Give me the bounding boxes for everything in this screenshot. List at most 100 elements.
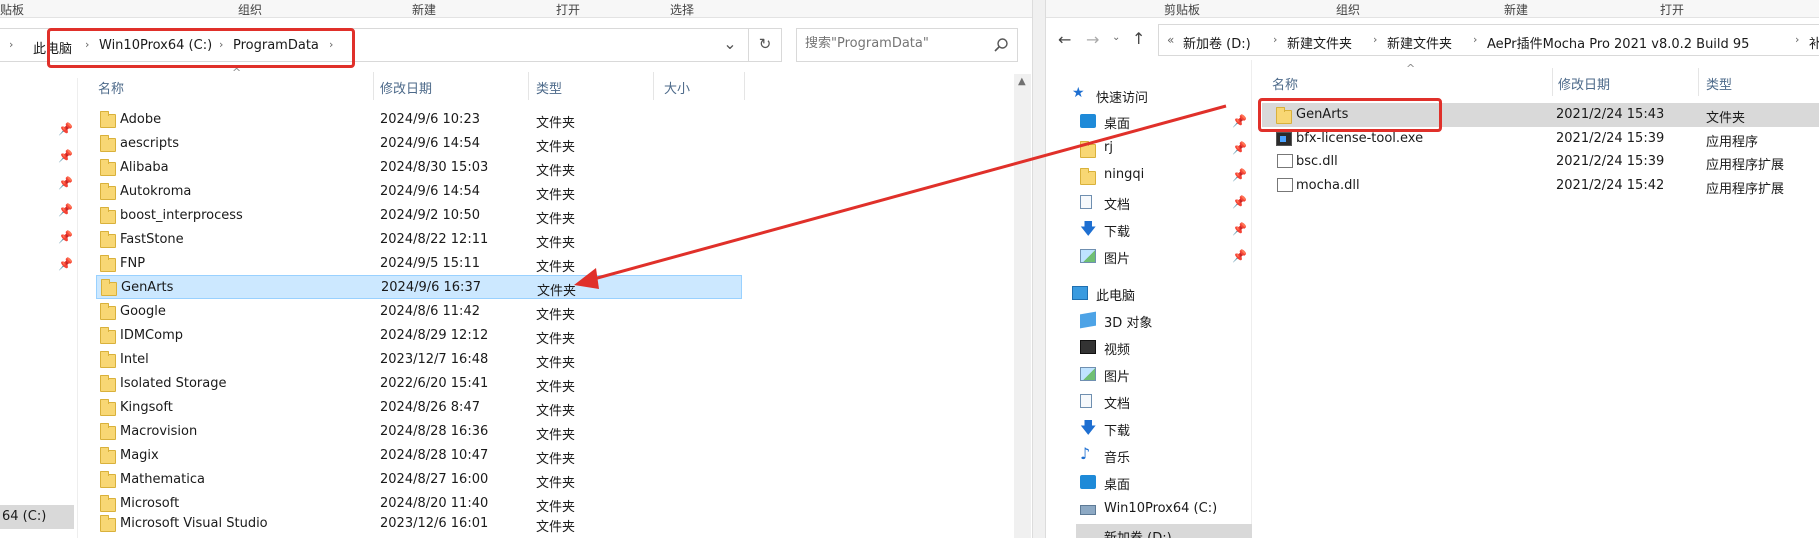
recent-dropdown-icon[interactable]: ⌄: [1112, 32, 1120, 43]
pin-icon[interactable]: 📌: [1232, 168, 1247, 182]
column-date[interactable]: 修改日期: [380, 78, 432, 97]
pin-icon[interactable]: 📌: [1232, 249, 1247, 263]
table-row[interactable]: Kingsoft 2024/8/26 8:47 文件夹: [96, 396, 742, 420]
table-row[interactable]: IDMComp 2024/8/29 12:12 文件夹: [96, 324, 742, 348]
vertical-scrollbar[interactable]: ▲: [1014, 74, 1031, 538]
ribbon-open[interactable]: 打开: [1660, 1, 1684, 18]
row-type: 文件夹: [536, 212, 576, 227]
ribbon-clipboard[interactable]: 剪贴板: [1164, 1, 1200, 18]
row-name: GenArts: [121, 280, 174, 295]
table-row[interactable]: Mathematica 2024/8/27 16:00 文件夹: [96, 468, 742, 492]
row-type: 文件夹: [536, 452, 576, 467]
row-name: Macrovision: [120, 424, 198, 439]
pin-icon[interactable]: 📌: [1232, 195, 1247, 209]
annotation-box-address: [47, 28, 355, 68]
table-row[interactable]: Autokroma 2024/9/6 14:54 文件夹: [96, 180, 742, 204]
table-row[interactable]: Macrovision 2024/8/28 16:36 文件夹: [96, 420, 742, 444]
sort-ascending-icon[interactable]: ^: [1406, 62, 1415, 75]
address-dropdown-icon[interactable]: ⌄: [721, 34, 739, 53]
table-row[interactable]: Google 2024/8/6 11:42 文件夹: [96, 300, 742, 324]
table-row[interactable]: boost_interprocess 2024/9/2 10:50 文件夹: [96, 204, 742, 228]
table-row[interactable]: mocha.dll 2021/2/24 15:42 应用程序扩展: [1262, 174, 1819, 198]
column-name[interactable]: 名称: [98, 78, 124, 97]
ribbon-open[interactable]: 打开: [556, 1, 580, 18]
row-date: 2024/8/28 16:36: [380, 424, 489, 439]
nav-item-drive-c[interactable]: 64 (C:): [0, 505, 74, 529]
breadcrumb-folder-mocha[interactable]: AePr插件Mocha Pro 2021 v8.0.2 Build 95: [1487, 33, 1749, 52]
row-name: Microsoft Visual Studio: [120, 516, 268, 531]
row-date: 2021/2/24 15:43: [1556, 107, 1665, 122]
row-date: 2023/12/7 16:48: [380, 352, 489, 367]
video-icon: [1080, 340, 1096, 354]
table-row[interactable]: bsc.dll 2021/2/24 15:39 应用程序扩展: [1262, 150, 1819, 174]
breadcrumb-drive-d[interactable]: 新加卷 (D:): [1183, 33, 1251, 52]
scroll-up-icon[interactable]: ▲: [1018, 76, 1026, 87]
row-type: 文件夹: [536, 356, 576, 371]
table-row[interactable]: Magix 2024/8/28 10:47 文件夹: [96, 444, 742, 468]
folder-icon: [100, 399, 116, 416]
table-row[interactable]: Isolated Storage 2022/6/20 15:41 文件夹: [96, 372, 742, 396]
table-row[interactable]: Intel 2023/12/7 16:48 文件夹: [96, 348, 742, 372]
row-name: Adobe: [120, 112, 162, 127]
dll-icon: [1277, 154, 1293, 168]
row-date: 2024/8/27 16:00: [380, 472, 489, 487]
right-explorer-window: 剪贴板 组织 新建 打开 ← → ⌄ ↑ « 新加卷 (D:) › 新建文件夹 …: [1046, 0, 1819, 538]
folder-icon: [100, 515, 116, 532]
table-row[interactable]: Adobe 2024/9/6 10:23 文件夹: [96, 108, 742, 132]
pin-icon[interactable]: 📌: [58, 176, 73, 190]
ribbon-new[interactable]: 新建: [1504, 1, 1528, 18]
pin-icon[interactable]: 📌: [1232, 114, 1247, 128]
search-icon[interactable]: [993, 37, 1009, 53]
folder-icon: [100, 183, 116, 200]
table-row[interactable]: Microsoft Visual Studio 2023/12/6 16:01 文件…: [96, 512, 742, 536]
breadcrumb-folder-1[interactable]: 新建文件夹: [1287, 33, 1352, 52]
left-explorer-window: 贴板 组织 新建 打开 选择 › 此电脑 › Win10Prox64 (C:) …: [0, 0, 1032, 538]
picture-icon: [1080, 249, 1096, 263]
music-icon: ♪: [1080, 444, 1091, 463]
breadcrumb-folder-2[interactable]: 新建文件夹: [1387, 33, 1452, 52]
search-box[interactable]: [796, 28, 1018, 62]
table-row[interactable]: Alibaba 2024/8/30 15:03 文件夹: [96, 156, 742, 180]
row-type: 文件夹: [536, 164, 576, 179]
cube-icon: [1080, 311, 1096, 329]
breadcrumb-patch[interactable]: 补丁: [1809, 33, 1819, 52]
row-name: Isolated Storage: [120, 376, 227, 391]
column-type[interactable]: 类型: [1706, 74, 1732, 93]
row-type: 文件夹: [536, 116, 576, 131]
pin-icon[interactable]: 📌: [58, 122, 73, 136]
table-row[interactable]: FastStone 2024/8/22 12:11 文件夹: [96, 228, 742, 252]
refresh-icon: ↻: [758, 35, 772, 53]
folder-icon: [100, 255, 116, 272]
pin-icon[interactable]: 📌: [58, 230, 73, 244]
ribbon-organize[interactable]: 组织: [1336, 1, 1360, 18]
pin-icon[interactable]: 📌: [58, 149, 73, 163]
nav-item-drive-d[interactable]: 新加卷 (D:): [1076, 524, 1252, 538]
search-input[interactable]: [805, 36, 985, 51]
pin-icon[interactable]: 📌: [58, 257, 73, 271]
row-type: 应用程序扩展: [1706, 158, 1785, 173]
folder-icon: [1080, 141, 1096, 158]
pin-icon[interactable]: 📌: [1232, 222, 1247, 236]
table-row[interactable]: FNP 2024/9/5 15:11 文件夹: [96, 252, 742, 276]
forward-arrow-icon[interactable]: →: [1086, 30, 1099, 49]
column-type[interactable]: 类型: [536, 78, 562, 97]
pin-icon[interactable]: 📌: [58, 203, 73, 217]
up-arrow-icon[interactable]: ↑: [1132, 29, 1145, 48]
column-size[interactable]: 大小: [664, 78, 690, 97]
refresh-button[interactable]: ↻: [748, 28, 782, 62]
table-row-selected[interactable]: GenArts 2024/9/6 16:37 文件夹: [96, 275, 742, 299]
column-name[interactable]: 名称: [1272, 74, 1298, 93]
ribbon-organize[interactable]: 组织: [238, 1, 262, 18]
address-bar[interactable]: « 新加卷 (D:) › 新建文件夹 › 新建文件夹 › AePr插件Mocha…: [1158, 24, 1819, 56]
folder-icon: [100, 231, 116, 248]
pin-icon[interactable]: 📌: [1232, 141, 1247, 155]
column-date[interactable]: 修改日期: [1558, 74, 1610, 93]
ribbon-select[interactable]: 选择: [670, 1, 694, 18]
ribbon-clipboard[interactable]: 贴板: [0, 1, 24, 18]
ribbon-new[interactable]: 新建: [412, 1, 436, 18]
row-date: 2021/2/24 15:39: [1556, 154, 1665, 169]
breadcrumb-separator: ›: [9, 38, 14, 51]
breadcrumb-overflow-icon[interactable]: «: [1167, 33, 1174, 47]
table-row[interactable]: aescripts 2024/9/6 14:54 文件夹: [96, 132, 742, 156]
back-arrow-icon[interactable]: ←: [1058, 30, 1071, 49]
